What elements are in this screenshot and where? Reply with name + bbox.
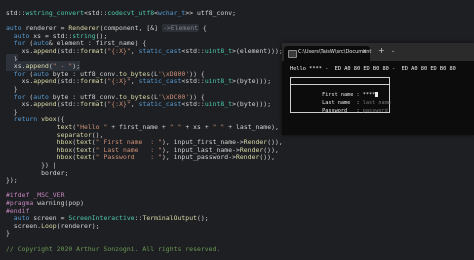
hello-output: Hello **** - ED A0 80 ED B0 80 - ED A0 8… [290, 66, 456, 72]
close-icon[interactable]: × [362, 48, 367, 55]
code-line: std::wstring_convert<std::codecvt_utf8<w… [6, 9, 237, 17]
password-row[interactable]: Password : password [294, 102, 388, 120]
chevron-down-icon[interactable]: ⌄ [391, 48, 395, 54]
separator [291, 84, 389, 85]
code-line: xs.append(std::format("{:X}", static_cas… [6, 47, 283, 55]
code-line: xs.append(std::format("{:X}", static_cas… [6, 100, 272, 109]
terminal-tabbar: C:\Users\TaisW\src\Document × + ⌄ [282, 43, 474, 61]
tab-title: C:\Users\TaisW\src\Document [298, 49, 372, 55]
code-line: } [6, 229, 10, 238]
code-line: // Copyright 2020 Arthur Sonzogni. All r… [6, 244, 221, 253]
terminal-icon [288, 50, 297, 58]
form-border: First name : **** Last name : last name … [290, 77, 391, 114]
new-tab-button[interactable]: + [378, 46, 385, 55]
terminal-tab[interactable]: C:\Users\TaisW\src\Document × [284, 46, 372, 61]
code-line: }); [6, 176, 18, 185]
terminal-window[interactable]: C:\Users\TaisW\src\Document × + ⌄ Hello … [282, 43, 474, 135]
password-label: Password : [319, 108, 363, 114]
code-line: screen.Loop(renderer); [6, 221, 100, 230]
password-input[interactable]: password [363, 108, 388, 114]
terminal-body[interactable]: Hello **** - ED A0 80 ED B0 80 - ED A0 8… [286, 66, 470, 132]
code-line: xs.append(std::format("{:X}", static_cas… [6, 77, 272, 86]
